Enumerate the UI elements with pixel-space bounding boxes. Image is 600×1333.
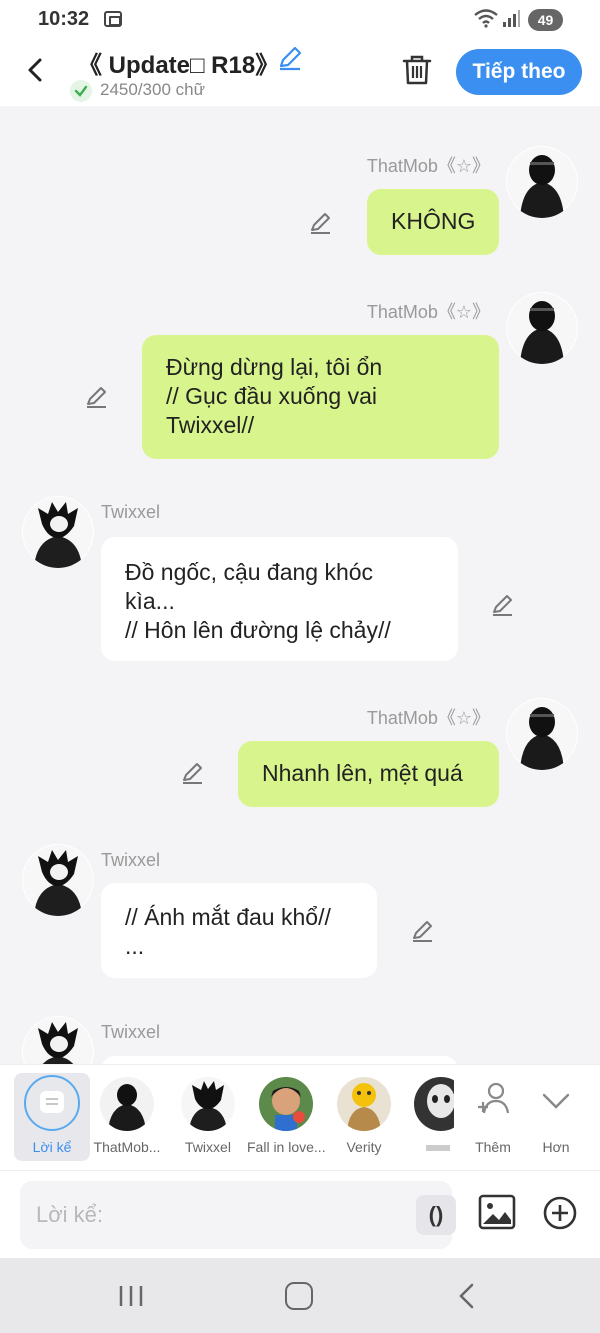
more-button[interactable]: Hơn	[526, 1065, 586, 1165]
add-user-icon	[478, 1082, 510, 1114]
twixxel-avatar[interactable]	[22, 844, 94, 916]
edit-message-icon[interactable]	[410, 918, 436, 944]
twixxel-avatar[interactable]	[22, 496, 94, 568]
narration-button[interactable]	[24, 1075, 80, 1131]
message-bubble[interactable]: Đồ ngốc, cậu đang khóc kìa... // Hôn lên…	[101, 537, 458, 661]
screenshot-icon	[104, 11, 122, 27]
page-title: 《 Update□ R18》	[78, 52, 280, 79]
narration-input[interactable]	[36, 1195, 396, 1235]
home-icon[interactable]	[285, 1282, 313, 1310]
edit-message-icon[interactable]	[180, 760, 206, 786]
chevron-down-icon	[542, 1093, 570, 1109]
message-bubble[interactable]: Đừng dừng lại, tôi ổn // Gục đầu xuống v…	[142, 335, 499, 459]
masked-avatar	[414, 1077, 454, 1131]
add-label: Thêm	[475, 1139, 511, 1155]
edit-message-icon[interactable]	[308, 210, 334, 236]
message-bubble[interactable]: // Ánh mắt đau khổ// ...	[101, 883, 377, 978]
edit-message-icon[interactable]	[84, 384, 110, 410]
input-bar: ()	[0, 1170, 600, 1258]
character-name: Fall in love...	[247, 1139, 326, 1155]
sender-name: Twixxel	[101, 1022, 161, 1042]
character-bar: Lời kể ThatMob... Twixxel Fall in love..…	[0, 1064, 600, 1170]
character-fall-in-love[interactable]: Fall in love...	[247, 1065, 326, 1165]
word-count: 2450/300 chữ	[100, 80, 205, 99]
sender-name: Twixxel	[101, 502, 161, 522]
thatmob-avatar[interactable]	[506, 146, 578, 218]
character-masked[interactable]	[414, 1065, 454, 1165]
add-circle-icon[interactable]	[542, 1195, 578, 1231]
character-name	[426, 1145, 450, 1151]
colorful-boy-avatar	[259, 1077, 313, 1131]
yellow-emoji-avatar	[337, 1077, 391, 1131]
character-twixxel[interactable]: Twixxel	[172, 1065, 244, 1165]
next-button[interactable]: Tiếp theo	[456, 49, 582, 95]
thatmob-avatar	[100, 1077, 154, 1131]
message-bubble[interactable]: KHÔNG	[367, 189, 499, 255]
battery-indicator: 49	[528, 9, 563, 31]
character-verity[interactable]: Verity	[333, 1065, 395, 1165]
narration-input-box: ()	[20, 1181, 456, 1249]
system-nav-bar	[0, 1258, 600, 1333]
back-button[interactable]	[20, 52, 52, 88]
message-bubble[interactable]	[101, 1056, 458, 1064]
sender-name: Twixxel	[101, 850, 161, 870]
action-bracket-button[interactable]: ()	[416, 1195, 456, 1235]
character-name: Twixxel	[185, 1139, 231, 1155]
sender-name: ThatMob《☆》	[366, 156, 490, 176]
status-bar: 10:32 49	[0, 0, 600, 40]
image-icon[interactable]	[478, 1193, 516, 1231]
message-bubble[interactable]: Nhanh lên, mệt quá	[238, 741, 499, 807]
wifi-icon	[474, 9, 498, 28]
delete-button[interactable]	[400, 52, 434, 88]
add-character-button[interactable]: Thêm	[462, 1065, 524, 1165]
thatmob-avatar[interactable]	[506, 698, 578, 770]
thatmob-avatar[interactable]	[506, 292, 578, 364]
narration-label: Lời kể	[32, 1139, 72, 1155]
sender-name: ThatMob《☆》	[366, 708, 490, 728]
twixxel-avatar	[181, 1077, 235, 1131]
chat-area[interactable]: ThatMob《☆》 KHÔNG ThatMob《☆》 Đừng dừng lạ…	[0, 106, 600, 1064]
more-label: Hơn	[542, 1139, 570, 1155]
message-icon	[40, 1091, 64, 1113]
character-name: Verity	[346, 1139, 382, 1155]
character-thatmob[interactable]: ThatMob...	[90, 1065, 164, 1165]
status-time: 10:32	[38, 8, 90, 30]
sender-name: ThatMob《☆》	[366, 302, 490, 322]
check-icon	[70, 80, 92, 102]
signal-icon	[503, 10, 520, 27]
nav-back-icon[interactable]	[455, 1282, 479, 1310]
recent-apps-icon[interactable]	[118, 1284, 144, 1308]
header: 《 Update□ R18》 2450/300 chữ Tiếp theo	[0, 40, 600, 106]
edit-title-icon[interactable]	[276, 44, 304, 72]
edit-message-icon[interactable]	[490, 592, 516, 618]
twixxel-avatar[interactable]	[22, 1016, 94, 1064]
character-name: ThatMob...	[93, 1139, 161, 1155]
